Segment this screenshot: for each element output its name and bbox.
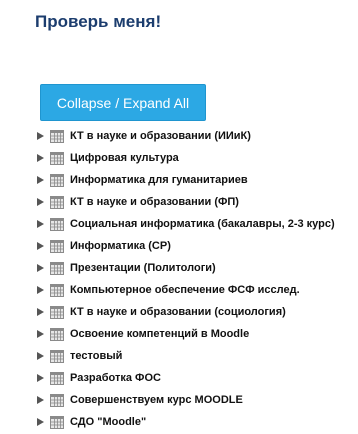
- course-item[interactable]: Информатика (СР): [37, 235, 335, 257]
- course-item[interactable]: Цифровая культура: [37, 147, 335, 169]
- calendar-grid-icon: [50, 173, 64, 187]
- course-item[interactable]: Разработка ФОС: [37, 367, 335, 389]
- calendar-grid-icon: [50, 195, 64, 209]
- calendar-grid-icon: [50, 327, 64, 341]
- expand-arrow-icon[interactable]: [37, 352, 44, 360]
- expand-arrow-icon[interactable]: [37, 154, 44, 162]
- expand-arrow-icon[interactable]: [37, 286, 44, 294]
- page: Проверь меня! Collapse / Expand All КТ в…: [0, 0, 358, 434]
- course-label[interactable]: КТ в науке и образовании (социология): [70, 306, 286, 318]
- expand-arrow-icon[interactable]: [37, 242, 44, 250]
- course-label[interactable]: Презентации (Политологи): [70, 262, 216, 274]
- course-label[interactable]: Цифровая культура: [70, 152, 179, 164]
- expand-arrow-icon[interactable]: [37, 264, 44, 272]
- course-item[interactable]: тестовый: [37, 345, 335, 367]
- calendar-grid-icon: [50, 349, 64, 363]
- course-item[interactable]: Социальная информатика (бакалавры, 2-3 к…: [37, 213, 335, 235]
- course-label[interactable]: тестовый: [70, 350, 122, 362]
- course-label[interactable]: КТ в науке и образовании (ФП): [70, 196, 239, 208]
- calendar-grid-icon: [50, 129, 64, 143]
- expand-arrow-icon[interactable]: [37, 396, 44, 404]
- course-label[interactable]: КТ в науке и образовании (ИИиК): [70, 130, 251, 142]
- course-label[interactable]: Разработка ФОС: [70, 372, 161, 384]
- course-item[interactable]: СДО "Moodle": [37, 411, 335, 433]
- expand-arrow-icon[interactable]: [37, 220, 44, 228]
- calendar-grid-icon: [50, 239, 64, 253]
- calendar-grid-icon: [50, 217, 64, 231]
- course-label[interactable]: Социальная информатика (бакалавры, 2-3 к…: [70, 218, 335, 230]
- course-item[interactable]: Освоение компетенций в Moodle: [37, 323, 335, 345]
- course-item[interactable]: Презентации (Политологи): [37, 257, 335, 279]
- expand-arrow-icon[interactable]: [37, 176, 44, 184]
- collapse-expand-all-button[interactable]: Collapse / Expand All: [40, 84, 206, 121]
- calendar-grid-icon: [50, 305, 64, 319]
- course-list: КТ в науке и образовании (ИИиК) Цифровая …: [37, 125, 335, 433]
- course-label[interactable]: Информатика (СР): [70, 240, 171, 252]
- course-label[interactable]: СДО "Moodle": [70, 416, 146, 428]
- calendar-grid-icon: [50, 151, 64, 165]
- expand-arrow-icon[interactable]: [37, 330, 44, 338]
- calendar-grid-icon: [50, 415, 64, 429]
- course-item[interactable]: КТ в науке и образовании (социология): [37, 301, 335, 323]
- course-item[interactable]: Информатика для гуманитариев: [37, 169, 335, 191]
- calendar-grid-icon: [50, 393, 64, 407]
- course-item[interactable]: Совершенствуем курс MOODLE: [37, 389, 335, 411]
- expand-arrow-icon[interactable]: [37, 418, 44, 426]
- expand-arrow-icon[interactable]: [37, 308, 44, 316]
- course-item[interactable]: КТ в науке и образовании (ИИиК): [37, 125, 335, 147]
- expand-arrow-icon[interactable]: [37, 132, 44, 140]
- expand-arrow-icon[interactable]: [37, 374, 44, 382]
- expand-arrow-icon[interactable]: [37, 198, 44, 206]
- calendar-grid-icon: [50, 283, 64, 297]
- course-label[interactable]: Компьютерное обеспечение ФСФ исслед.: [70, 284, 300, 296]
- course-label[interactable]: Информатика для гуманитариев: [70, 174, 248, 186]
- course-item[interactable]: Компьютерное обеспечение ФСФ исслед.: [37, 279, 335, 301]
- course-item[interactable]: КТ в науке и образовании (ФП): [37, 191, 335, 213]
- calendar-grid-icon: [50, 371, 64, 385]
- course-label[interactable]: Совершенствуем курс MOODLE: [70, 394, 243, 406]
- course-label[interactable]: Освоение компетенций в Moodle: [70, 328, 249, 340]
- calendar-grid-icon: [50, 261, 64, 275]
- page-title: Проверь меня!: [35, 12, 162, 31]
